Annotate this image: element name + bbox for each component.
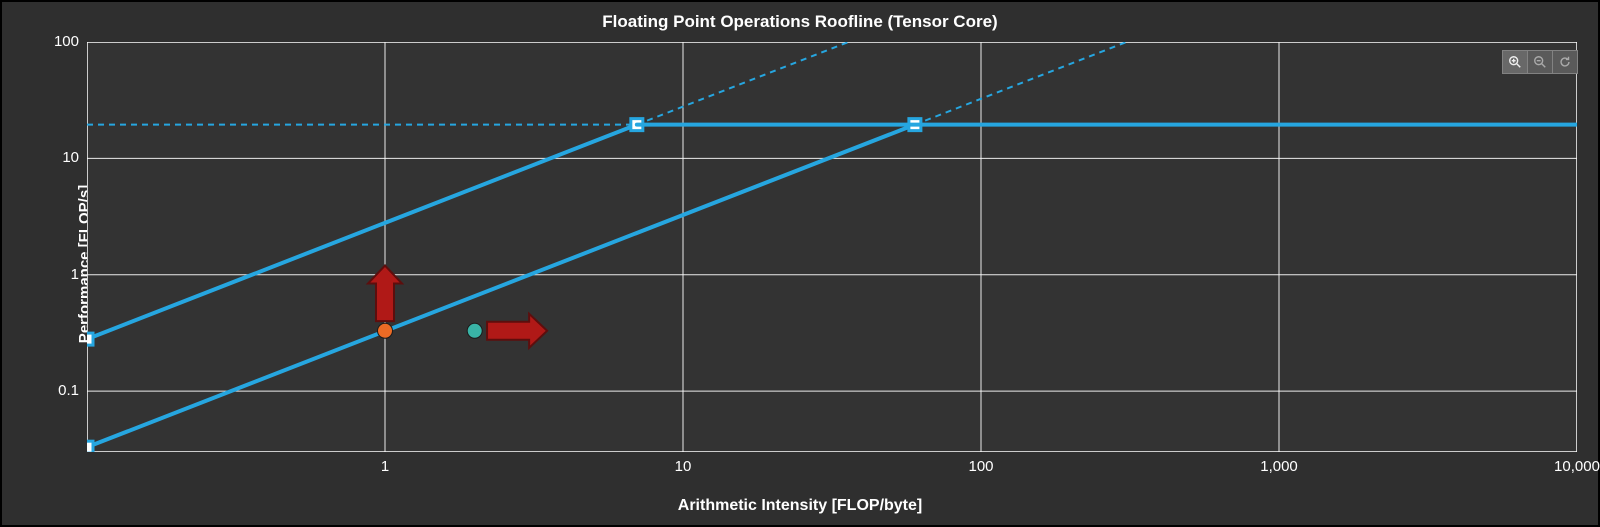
y-tick-label: 0.1 (19, 382, 79, 399)
zoom-in-icon (1508, 55, 1522, 69)
y-tick-label: 10 (19, 149, 79, 166)
x-tick-label: 1 (381, 458, 389, 475)
y-tick-label: 1 (19, 266, 79, 283)
x-tick-label: 100 (968, 458, 993, 475)
zoom-out-icon (1533, 55, 1547, 69)
chart-toolbar (1503, 50, 1578, 74)
chart-title: Floating Point Operations Roofline (Tens… (2, 12, 1598, 32)
x-tick-label: 10,000 (1554, 458, 1600, 475)
x-tick-label: 1,000 (1260, 458, 1298, 475)
x-tick-label: 10 (675, 458, 692, 475)
plot-area[interactable] (87, 42, 1577, 452)
roofline-chart: Floating Point Operations Roofline (Tens… (0, 0, 1600, 527)
zoom-in-button[interactable] (1502, 50, 1528, 74)
zoom-out-button[interactable] (1527, 50, 1553, 74)
y-tick-label: 100 (19, 33, 79, 50)
reset-zoom-button[interactable] (1552, 50, 1578, 74)
x-axis-label: Arithmetic Intensity [FLOP/byte] (2, 497, 1598, 515)
reset-icon (1558, 55, 1572, 69)
